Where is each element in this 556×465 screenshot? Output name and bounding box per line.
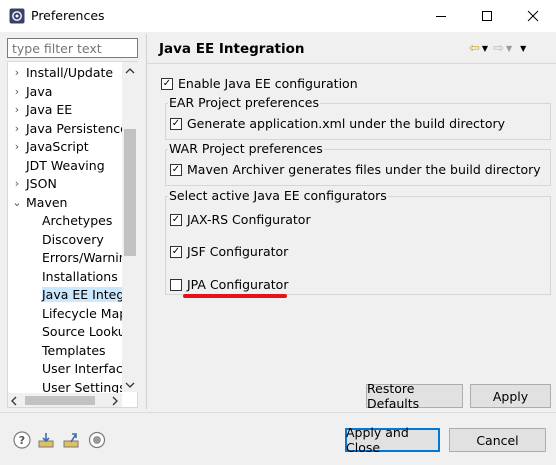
configurators-group-title: Select active Java EE configurators: [168, 188, 388, 203]
back-dropdown-icon[interactable]: ▼: [482, 44, 488, 53]
chevron-right-icon[interactable]: ›: [10, 138, 24, 156]
view-menu-icon[interactable]: ▼: [520, 44, 526, 53]
jpa-configurator-option[interactable]: JPA Configurator: [170, 277, 288, 292]
chevron-right-icon[interactable]: ›: [10, 120, 24, 138]
scroll-down-icon[interactable]: [124, 380, 136, 390]
close-button[interactable]: [510, 0, 556, 32]
enable-javaee-checkbox[interactable]: ✓: [161, 77, 173, 90]
apply-and-close-button[interactable]: Apply and Close: [345, 425, 440, 455]
jpa-configurator-checkbox[interactable]: [170, 278, 182, 291]
tree-item[interactable]: › Java: [8, 83, 53, 101]
svg-text:?: ?: [19, 434, 25, 447]
tree-item-label: Archetypes: [42, 213, 113, 228]
jsf-configurator-label: JSF Configurator: [187, 244, 289, 259]
chevron-down-icon[interactable]: ⌄: [10, 194, 24, 212]
enable-javaee-label: Enable Java EE configuration: [178, 76, 358, 91]
jsf-configurator-checkbox[interactable]: ✓: [170, 245, 182, 258]
tree-item-label: Java: [26, 83, 53, 99]
tree-item[interactable]: Source Lookup: [8, 323, 134, 341]
tree-item[interactable]: Lifecycle Mappings: [8, 305, 137, 323]
tree-item-label: Installations: [42, 268, 118, 284]
maximize-button[interactable]: [464, 0, 510, 32]
tree-item-label: Install/Update: [26, 65, 114, 80]
apply-button[interactable]: Apply: [470, 384, 551, 408]
tree-item[interactable]: Installations: [8, 268, 118, 286]
forward-arrow-icon[interactable]: ⇨: [493, 41, 504, 56]
minimize-button[interactable]: [418, 0, 464, 32]
tree-item-label: Templates: [42, 342, 106, 358]
jaxrs-configurator-label: JAX-RS Configurator: [187, 212, 311, 227]
chevron-right-icon[interactable]: ›: [10, 83, 24, 101]
tree-item-label: JDT Weaving: [26, 157, 105, 173]
generate-appxml-checkbox[interactable]: ✓: [170, 117, 182, 130]
tree-item[interactable]: User Interface: [8, 360, 130, 378]
page-title: Java EE Integration: [159, 41, 305, 57]
war-group-title: WAR Project preferences: [168, 141, 324, 156]
ear-group-title: EAR Project preferences: [168, 95, 320, 110]
tree-item-label: Java Persistence: [26, 120, 128, 136]
maven-archiver-option[interactable]: ✓ Maven Archiver generates files under t…: [170, 162, 541, 177]
jaxrs-configurator-checkbox[interactable]: ✓: [170, 213, 182, 226]
tree-item[interactable]: › Java Persistence: [8, 120, 128, 138]
tree-item[interactable]: ⌄ Maven: [8, 194, 67, 212]
tree-item[interactable]: JDT Weaving: [8, 157, 105, 175]
tree-item-label: Discovery: [42, 231, 104, 247]
tree-item-label: Maven: [26, 194, 68, 210]
history-nav: ⇦ ▼ ⇨ ▼ ▼: [469, 40, 526, 56]
tree-item[interactable]: › Java EE: [8, 101, 72, 119]
tree-item-label: User Interface: [42, 361, 131, 376]
tree-item[interactable]: › JSON: [8, 175, 57, 193]
tree-item-label: Source Lookup: [42, 324, 134, 339]
highlight-underline: [183, 294, 287, 298]
tree-item[interactable]: Discovery: [8, 231, 104, 249]
tree-item[interactable]: Archetypes: [8, 212, 112, 230]
tree-item[interactable]: Errors/Warnings: [8, 249, 137, 267]
footer-divider: [0, 412, 556, 413]
restore-defaults-button[interactable]: Restore Defaults: [366, 381, 463, 411]
horizontal-scroll-thumb[interactable]: [25, 396, 95, 405]
tree-item-label: Java EE: [26, 102, 73, 117]
maven-archiver-checkbox[interactable]: ✓: [170, 163, 182, 176]
generate-appxml-option[interactable]: ✓ Generate application.xml under the bui…: [170, 116, 505, 131]
preference-tree: › Install/Update › Java › Java EE › Java Persis…: [7, 61, 138, 408]
chevron-right-icon[interactable]: ›: [10, 175, 24, 193]
chevron-right-icon[interactable]: ›: [10, 101, 24, 119]
tree-item-label: JavaScript: [26, 139, 89, 154]
scroll-left-icon[interactable]: [9, 395, 19, 407]
jpa-configurator-label: JPA Configurator: [187, 277, 289, 292]
filter-input[interactable]: [7, 38, 138, 58]
cancel-button[interactable]: Cancel: [449, 428, 546, 452]
tree-item-label: JSON: [26, 176, 57, 191]
help-icon[interactable]: ?: [13, 431, 31, 449]
chevron-right-icon[interactable]: ›: [10, 64, 24, 82]
export-icon[interactable]: [62, 431, 80, 449]
preferences-app-icon: [9, 8, 25, 24]
record-icon[interactable]: [88, 431, 106, 449]
close-icon: [527, 10, 539, 22]
tree-item[interactable]: Templates: [8, 342, 106, 360]
tree-item[interactable]: Java EE Integration: [8, 286, 137, 304]
vertical-scroll-thumb[interactable]: [124, 129, 136, 256]
window-title: Preferences: [31, 8, 105, 23]
enable-javaee-option[interactable]: ✓ Enable Java EE configuration: [161, 76, 358, 91]
scroll-right-icon[interactable]: [110, 395, 120, 407]
back-arrow-icon[interactable]: ⇦: [469, 41, 480, 56]
tree-item[interactable]: › JavaScript: [8, 138, 89, 156]
scroll-up-icon[interactable]: [124, 66, 136, 76]
tree-item[interactable]: › Install/Update: [8, 64, 113, 82]
title-divider: [147, 63, 556, 64]
maven-archiver-label: Maven Archiver generates files under the…: [187, 162, 541, 177]
import-icon[interactable]: [37, 431, 55, 449]
minimize-icon: [436, 16, 446, 17]
forward-dropdown-icon[interactable]: ▼: [506, 44, 512, 53]
jsf-configurator-option[interactable]: ✓ JSF Configurator: [170, 244, 288, 259]
jaxrs-configurator-option[interactable]: ✓ JAX-RS Configurator: [170, 212, 311, 227]
generate-appxml-label: Generate application.xml under the build…: [187, 116, 505, 131]
panel-splitter[interactable]: [146, 34, 147, 409]
maximize-icon: [482, 11, 492, 21]
